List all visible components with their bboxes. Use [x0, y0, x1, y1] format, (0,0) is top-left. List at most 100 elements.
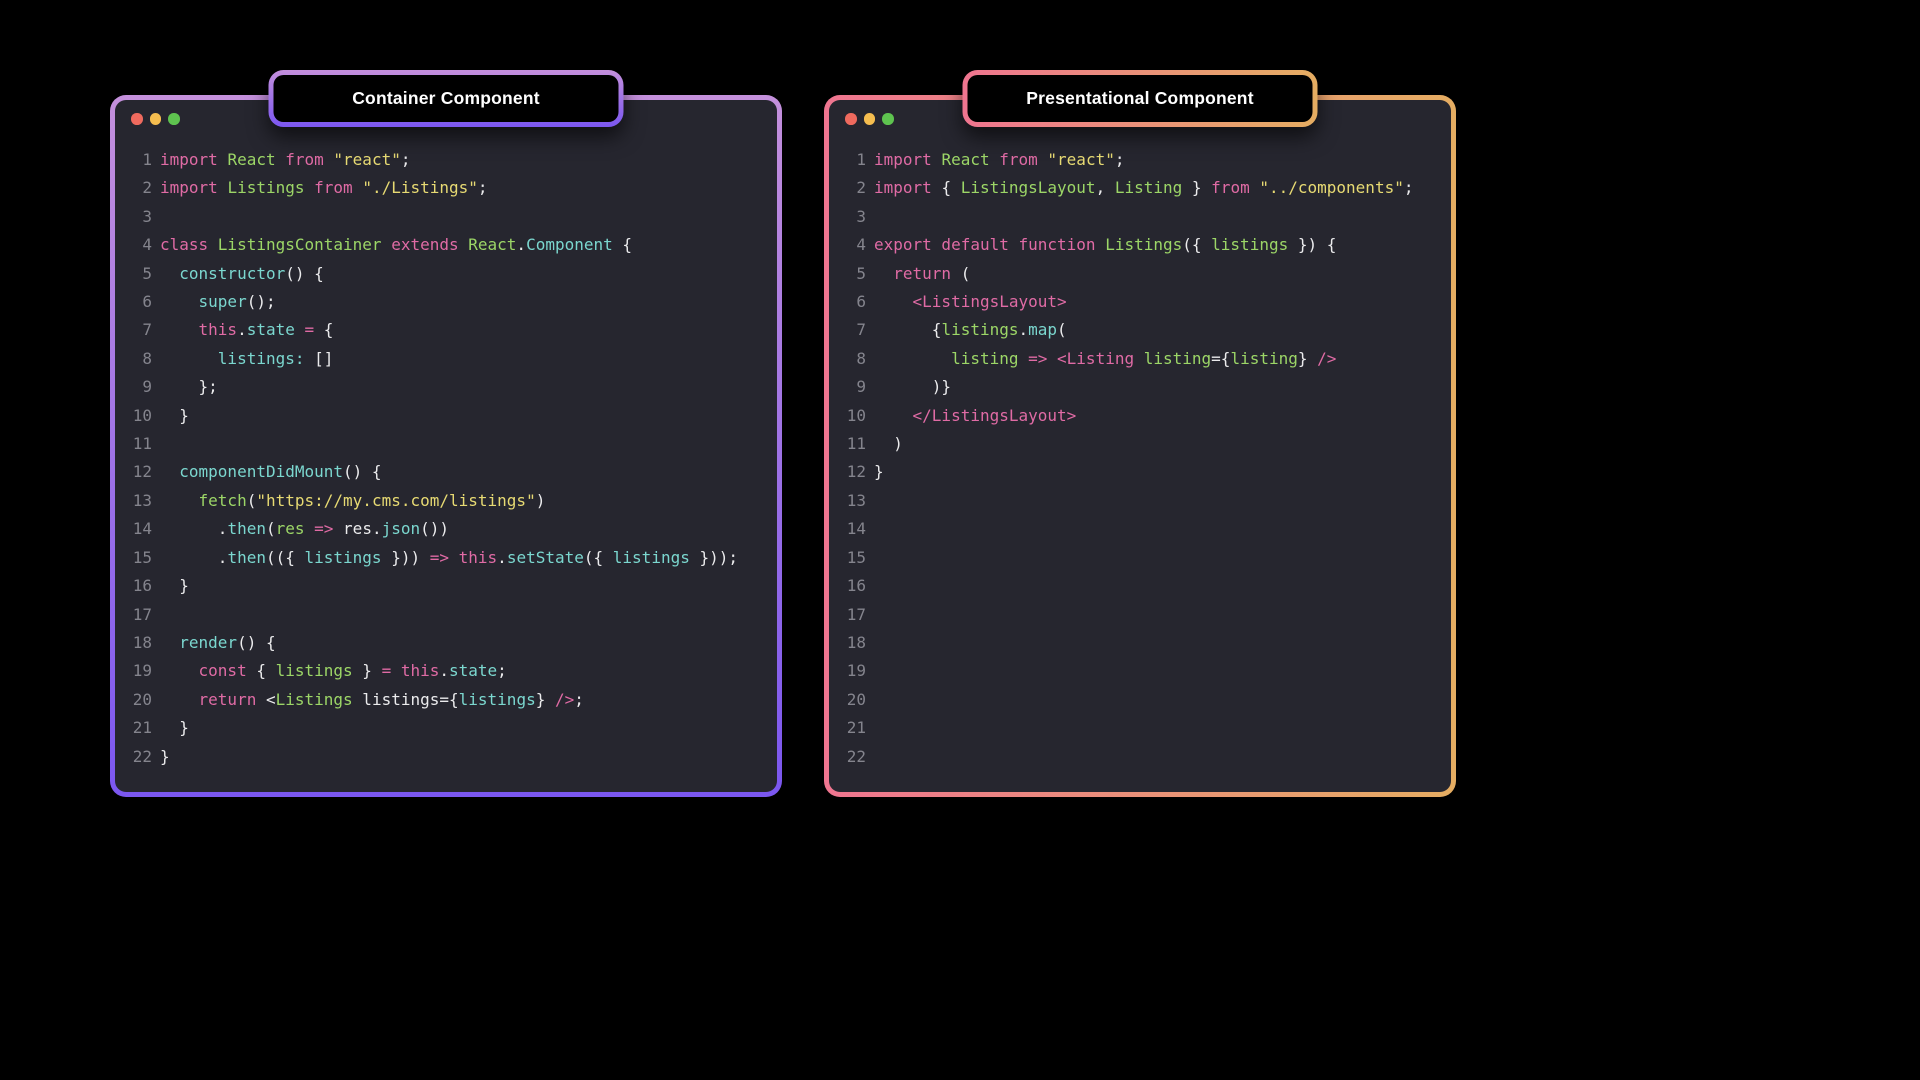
code-text: </ListingsLayout>: [866, 402, 1076, 430]
line-number: 22: [115, 743, 152, 771]
code-line: 21: [829, 714, 1451, 742]
window-title-tab: Presentational Component: [963, 70, 1318, 127]
code-line: 15: [829, 544, 1451, 572]
code-line: 20 return <Listings listings={listings} …: [115, 686, 777, 714]
code-line: 6 <ListingsLayout>: [829, 288, 1451, 316]
code-text: import React from "react";: [152, 146, 410, 174]
code-line: 19 const { listings } = this.state;: [115, 657, 777, 685]
code-line: 2import Listings from "./Listings";: [115, 174, 777, 202]
code-text: [866, 601, 874, 629]
code-line: 9 )}: [829, 373, 1451, 401]
code-line: 8 listings: []: [115, 345, 777, 373]
line-number: 6: [115, 288, 152, 316]
code-text: .then(({ listings })) => this.setState({…: [152, 544, 738, 572]
line-number: 21: [115, 714, 152, 742]
code-line: 15 .then(({ listings })) => this.setStat…: [115, 544, 777, 572]
code-line: 8 listing => <Listing listing={listing} …: [829, 345, 1451, 373]
line-number: 22: [829, 743, 866, 771]
code-line: 12 componentDidMount() {: [115, 458, 777, 486]
code-text: [152, 601, 160, 629]
line-number: 16: [829, 572, 866, 600]
code-text: [866, 544, 874, 572]
line-number: 16: [115, 572, 152, 600]
code-area: 1import React from "react";2import { Lis…: [829, 146, 1451, 771]
code-window-presentational: Presentational Component 1import React f…: [824, 95, 1456, 797]
code-line: 4export default function Listings({ list…: [829, 231, 1451, 259]
code-text: [866, 487, 874, 515]
code-line: 7 {listings.map(: [829, 316, 1451, 344]
window-title: Presentational Component: [1026, 88, 1253, 109]
line-number: 20: [115, 686, 152, 714]
line-number: 9: [829, 373, 866, 401]
line-number: 18: [115, 629, 152, 657]
code-text: const { listings } = this.state;: [152, 657, 507, 685]
line-number: 7: [115, 316, 152, 344]
code-line: 3: [829, 203, 1451, 231]
code-text: }: [152, 714, 189, 742]
code-text: this.state = {: [152, 316, 333, 344]
code-line: 19: [829, 657, 1451, 685]
line-number: 21: [829, 714, 866, 742]
code-line: 20: [829, 686, 1451, 714]
line-number: 15: [115, 544, 152, 572]
code-text: [866, 686, 874, 714]
code-text: }: [866, 458, 884, 486]
code-area: 1import React from "react";2import Listi…: [115, 146, 777, 771]
code-line: 10 </ListingsLayout>: [829, 402, 1451, 430]
line-number: 3: [115, 203, 152, 231]
code-text: listings: []: [152, 345, 333, 373]
code-line: 3: [115, 203, 777, 231]
traffic-lights: [845, 113, 894, 125]
line-number: 17: [115, 601, 152, 629]
zoom-button[interactable]: [882, 113, 894, 125]
minimize-button[interactable]: [864, 113, 876, 125]
code-text: export default function Listings({ listi…: [866, 231, 1336, 259]
code-line: 10 }: [115, 402, 777, 430]
code-text: [866, 629, 874, 657]
code-text: [152, 430, 160, 458]
desktop: { "page": { "background": "#000000" }, "…: [0, 0, 1920, 1080]
minimize-button[interactable]: [150, 113, 162, 125]
code-line: 14 .then(res => res.json()): [115, 515, 777, 543]
code-text: import { ListingsLayout, Listing } from …: [866, 174, 1413, 202]
code-text: return (: [866, 260, 970, 288]
code-text: ): [866, 430, 903, 458]
code-line: 5 return (: [829, 260, 1451, 288]
code-text: return <Listings listings={listings} />;: [152, 686, 584, 714]
close-button[interactable]: [131, 113, 143, 125]
code-text: )}: [866, 373, 951, 401]
line-number: 12: [829, 458, 866, 486]
line-number: 9: [115, 373, 152, 401]
code-text: [866, 714, 874, 742]
code-text: fetch("https://my.cms.com/listings"): [152, 487, 545, 515]
zoom-button[interactable]: [168, 113, 180, 125]
line-number: 6: [829, 288, 866, 316]
code-text: [866, 572, 874, 600]
line-number: 19: [115, 657, 152, 685]
code-line: 14: [829, 515, 1451, 543]
code-line: 22}: [115, 743, 777, 771]
code-text: render() {: [152, 629, 276, 657]
line-number: 10: [829, 402, 866, 430]
code-line: 7 this.state = {: [115, 316, 777, 344]
line-number: 10: [115, 402, 152, 430]
close-button[interactable]: [845, 113, 857, 125]
code-line: 6 super();: [115, 288, 777, 316]
code-line: 21 }: [115, 714, 777, 742]
line-number: 1: [829, 146, 866, 174]
code-text: .then(res => res.json()): [152, 515, 449, 543]
code-line: 16: [829, 572, 1451, 600]
line-number: 11: [829, 430, 866, 458]
line-number: 8: [829, 345, 866, 373]
code-text: componentDidMount() {: [152, 458, 382, 486]
code-text: };: [152, 373, 218, 401]
code-text: }: [152, 402, 189, 430]
code-line: 16 }: [115, 572, 777, 600]
code-line: 18: [829, 629, 1451, 657]
code-text: class ListingsContainer extends React.Co…: [152, 231, 632, 259]
line-number: 18: [829, 629, 866, 657]
code-text: {listings.map(: [866, 316, 1067, 344]
code-line: 2import { ListingsLayout, Listing } from…: [829, 174, 1451, 202]
line-number: 12: [115, 458, 152, 486]
line-number: 11: [115, 430, 152, 458]
